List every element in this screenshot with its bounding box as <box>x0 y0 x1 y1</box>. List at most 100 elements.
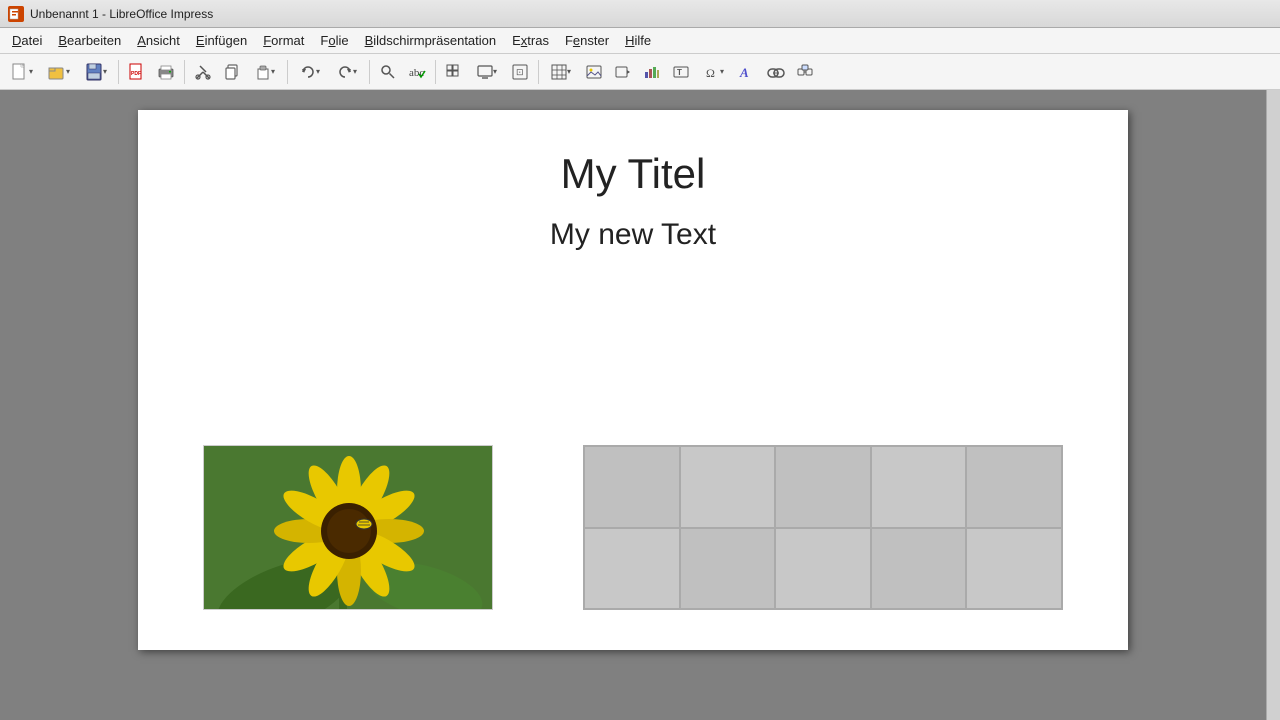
special-chars-icon: Ω <box>704 64 720 80</box>
cut-button[interactable] <box>189 58 217 86</box>
hyperlink-icon <box>767 64 785 80</box>
fontwork-button[interactable]: A <box>733 58 761 86</box>
slide-title[interactable]: My Titel <box>138 110 1128 198</box>
table-cell[interactable] <box>871 528 967 610</box>
table-cell[interactable] <box>775 528 871 610</box>
extensions-button[interactable] <box>791 58 819 86</box>
print-icon <box>157 63 175 81</box>
sep-1 <box>118 60 119 84</box>
display-button[interactable]: ▾ <box>469 58 505 86</box>
fontwork-icon: A <box>739 64 755 80</box>
special-chars-button[interactable]: Ω ▾ <box>696 58 732 86</box>
undo-dropdown-arrow[interactable]: ▾ <box>316 67 320 76</box>
slide-image[interactable] <box>203 445 493 610</box>
export-pdf-button[interactable]: PDF <box>123 58 151 86</box>
save-icon <box>85 63 103 81</box>
sep-5 <box>435 60 436 84</box>
hyperlink-button[interactable] <box>762 58 790 86</box>
menu-format[interactable]: Format <box>255 30 312 51</box>
menu-bildschirm[interactable]: Bildschirmpräsentation <box>357 30 505 51</box>
new-dropdown-arrow[interactable]: ▾ <box>29 67 33 76</box>
display-dropdown-arrow[interactable]: ▾ <box>493 67 497 76</box>
svg-text:abc: abc <box>409 67 424 79</box>
open-icon <box>48 63 66 81</box>
app-icon <box>8 6 24 22</box>
table-cell[interactable] <box>966 528 1062 610</box>
redo-icon <box>337 64 353 80</box>
table-cell[interactable] <box>584 528 680 610</box>
menu-bearbeiten[interactable]: Bearbeiten <box>50 30 129 51</box>
open-dropdown-arrow[interactable]: ▾ <box>66 67 70 76</box>
copy-button[interactable] <box>218 58 246 86</box>
display-icon <box>477 64 493 80</box>
textbox-icon: T <box>673 64 689 80</box>
slide-subtitle[interactable]: My new Text <box>138 198 1128 252</box>
redo-button[interactable]: ▾ <box>329 58 365 86</box>
slide-area[interactable]: My Titel My new Text <box>0 90 1266 720</box>
menubar: Datei Bearbeiten Ansicht Einfügen Format… <box>0 28 1280 54</box>
grid-icon <box>446 64 462 80</box>
menu-einfuegen[interactable]: Einfügen <box>188 30 255 51</box>
svg-text:PDF: PDF <box>131 71 141 77</box>
save-button[interactable]: ▾ <box>78 58 114 86</box>
find-button[interactable] <box>374 58 402 86</box>
slide-canvas[interactable]: My Titel My new Text <box>138 110 1128 650</box>
main-area: My Titel My new Text <box>0 90 1280 720</box>
spellcheck-icon: abc <box>408 64 426 80</box>
scrollbar-right[interactable] <box>1266 90 1280 720</box>
paste-icon <box>255 64 271 80</box>
table-cell[interactable] <box>680 528 776 610</box>
undo-icon <box>300 64 316 80</box>
special-chars-dropdown-arrow[interactable]: ▾ <box>720 67 724 76</box>
open-button[interactable]: ▾ <box>41 58 77 86</box>
table-cell[interactable] <box>775 446 871 528</box>
copy-icon <box>224 64 240 80</box>
export-pdf-icon: PDF <box>128 63 146 81</box>
spellcheck-button[interactable]: abc <box>403 58 431 86</box>
save-dropdown-arrow[interactable]: ▾ <box>103 67 107 76</box>
insert-video-button[interactable] <box>609 58 637 86</box>
window-title: Unbenannt 1 - LibreOffice Impress <box>30 7 213 21</box>
sep-3 <box>287 60 288 84</box>
video-icon <box>615 64 631 80</box>
menu-folie[interactable]: Folie <box>312 30 356 51</box>
insert-textbox-button[interactable]: T <box>667 58 695 86</box>
extensions-icon <box>797 64 813 80</box>
table-cell[interactable] <box>584 446 680 528</box>
new-button[interactable]: ▾ <box>4 58 40 86</box>
undo-button[interactable]: ▾ <box>292 58 328 86</box>
image-icon <box>586 64 602 80</box>
print-button[interactable] <box>152 58 180 86</box>
grid-button[interactable] <box>440 58 468 86</box>
insert-chart-button[interactable] <box>638 58 666 86</box>
paste-dropdown-arrow[interactable]: ▾ <box>271 67 275 76</box>
find-icon <box>380 64 396 80</box>
menu-datei[interactable]: Datei <box>4 30 50 51</box>
table-cell[interactable] <box>871 446 967 528</box>
menu-ansicht[interactable]: Ansicht <box>129 30 188 51</box>
chart-icon <box>644 64 660 80</box>
sep-2 <box>184 60 185 84</box>
insert-table-button[interactable]: ▾ <box>543 58 579 86</box>
new-icon <box>11 63 29 81</box>
insert-image-button[interactable] <box>580 58 608 86</box>
tab-order-button[interactable]: ⊡ <box>506 58 534 86</box>
table-dropdown-arrow[interactable]: ▾ <box>567 67 571 76</box>
sep-4 <box>369 60 370 84</box>
redo-dropdown-arrow[interactable]: ▾ <box>353 67 357 76</box>
menu-hilfe[interactable]: Hilfe <box>617 30 659 51</box>
svg-text:T: T <box>677 68 682 77</box>
table-cell[interactable] <box>966 446 1062 528</box>
svg-text:A: A <box>739 65 749 80</box>
sep-6 <box>538 60 539 84</box>
svg-text:Ω: Ω <box>706 66 715 80</box>
sunflower-svg <box>204 446 493 610</box>
slide-table[interactable] <box>583 445 1063 610</box>
paste-button[interactable]: ▾ <box>247 58 283 86</box>
tab-order-icon: ⊡ <box>512 64 528 80</box>
slide-content <box>138 445 1128 610</box>
menu-fenster[interactable]: Fenster <box>557 30 617 51</box>
menu-extras[interactable]: Extras <box>504 30 557 51</box>
table-cell[interactable] <box>680 446 776 528</box>
svg-text:⊡: ⊡ <box>516 67 524 77</box>
